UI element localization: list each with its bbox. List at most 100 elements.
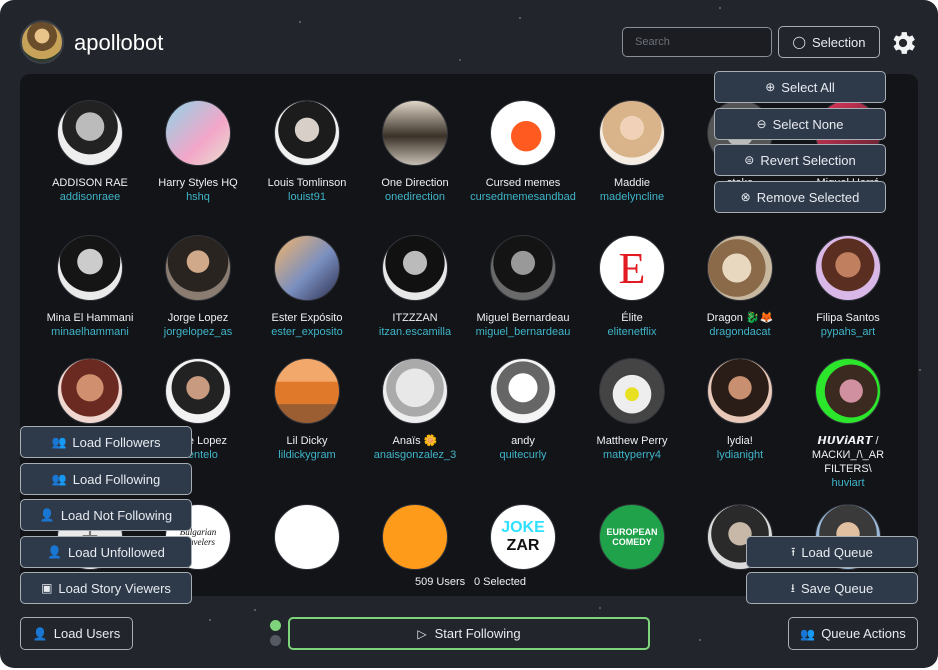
user-handle[interactable]: lildickygram [248, 448, 366, 462]
user-handle[interactable]: addisonraee [31, 190, 149, 204]
user-card[interactable]: 𝙃𝙐𝙑𝙞𝘼𝙍𝙏 / МАСКИ_/\_AR FILTERS\ huviart [789, 358, 907, 490]
user-card[interactable]: Harry Styles HQ hshq [139, 100, 257, 204]
user-plus-icon: 👤 [39, 508, 55, 522]
user-handle[interactable]: lydianight [681, 448, 799, 462]
user-handle[interactable]: hshq [139, 190, 257, 204]
user-avatar[interactable] [165, 235, 231, 301]
user-handle[interactable]: quitecurly [464, 448, 582, 462]
user-handle[interactable]: cursedmemesandbad [464, 190, 582, 204]
account-avatar[interactable] [20, 20, 64, 64]
user-card[interactable]: Cursed memes cursedmemesandbad [464, 100, 582, 204]
user-name: lydia! [727, 435, 753, 447]
user-handle[interactable]: huviart [789, 476, 907, 490]
user-avatar[interactable] [707, 358, 773, 424]
user-card[interactable]: ADDISON RAE addisonraee [31, 100, 149, 204]
user-avatar[interactable] [815, 235, 881, 301]
user-avatar[interactable] [57, 235, 123, 301]
user-card[interactable]: Ester Expósito ester_exposito [248, 235, 366, 339]
user-card[interactable]: Louis Tomlinson louist91 [248, 100, 366, 204]
selection-button[interactable]: ◯ Selection [778, 26, 880, 58]
user-card[interactable]: Matthew Perry mattyperry4 [573, 358, 691, 462]
user-card[interactable]: One Direction onedirection [356, 100, 474, 204]
select-all-button[interactable]: ⊕ Select All [714, 71, 886, 103]
user-handle[interactable]: pypahs_art [789, 325, 907, 339]
user-card[interactable]: Dragon 🐉🦊 dragondacat [681, 235, 799, 339]
user-card[interactable]: Mina El Hammani minaelhammani [31, 235, 149, 339]
load-queue-button[interactable]: ⭱ Load Queue [746, 536, 918, 568]
select-none-button[interactable]: ⊖ Select None [714, 108, 886, 140]
queue-actions-button[interactable]: 👥 Queue Actions [788, 617, 918, 650]
user-avatar[interactable] [274, 100, 340, 166]
user-card[interactable]: JOKE ZAR [464, 504, 582, 580]
user-handle[interactable]: onedirection [356, 190, 474, 204]
user-card[interactable]: lydia! lydianight [681, 358, 799, 462]
user-handle[interactable]: louist91 [248, 190, 366, 204]
load-unfollowed-button[interactable]: 👤 Load Unfollowed [20, 536, 192, 568]
load-following-button[interactable]: 👥 Load Following [20, 463, 192, 495]
revert-selection-button[interactable]: ⊜ Revert Selection [714, 144, 886, 176]
user-avatar[interactable] [57, 358, 123, 424]
user-handle[interactable]: madelyncline [573, 190, 691, 204]
user-avatar[interactable] [274, 504, 340, 570]
user-avatar[interactable] [382, 504, 448, 570]
user-card[interactable] [356, 504, 474, 580]
user-avatar[interactable] [274, 358, 340, 424]
user-avatar[interactable] [490, 235, 556, 301]
load-users-button[interactable]: 👤 Load Users [20, 617, 133, 650]
load-not-following-label: Load Not Following [60, 507, 173, 523]
user-card[interactable]: Maddie madelyncline [573, 100, 691, 204]
user-handle[interactable]: dragondacat [681, 325, 799, 339]
user-handle[interactable]: mattyperry4 [573, 448, 691, 462]
x-circle-icon: ⊗ [740, 190, 751, 204]
user-card[interactable] [31, 358, 149, 434]
user-card[interactable]: ITZZZAN itzan.escamilla [356, 235, 474, 339]
user-avatar[interactable] [382, 235, 448, 301]
user-card[interactable]: E Élite elitenetflix [573, 235, 691, 339]
user-card[interactable]: andy quitecurly [464, 358, 582, 462]
gear-icon[interactable] [888, 28, 918, 58]
user-avatar[interactable]: EUROPEAN COMEDY [599, 504, 665, 570]
user-name: Louis Tomlinson [267, 177, 347, 189]
user-handle[interactable]: anaisgonzalez_3 [356, 448, 474, 462]
user-name: Mina El Hammani [46, 312, 134, 324]
user-plus-icon: 👤 [32, 626, 48, 641]
load-following-label: Load Following [72, 471, 161, 487]
selected-count: 0 Selected [474, 576, 526, 588]
load-not-following-button[interactable]: 👤 Load Not Following [20, 499, 192, 531]
user-avatar[interactable] [57, 100, 123, 166]
user-handle[interactable]: itzan.escamilla [356, 325, 474, 339]
revert-circle-icon: ⊜ [744, 153, 755, 167]
user-handle[interactable]: ester_exposito [248, 325, 366, 339]
remove-selected-button[interactable]: ⊗ Remove Selected [714, 181, 886, 213]
user-card[interactable]: Filipa Santos pypahs_art [789, 235, 907, 339]
user-handle[interactable]: jorgelopez_as [139, 325, 257, 339]
users-icon: 👥 [51, 435, 67, 449]
user-card[interactable]: Miguel Bernardeau miguel_bernardeau [464, 235, 582, 339]
user-avatar[interactable] [599, 358, 665, 424]
save-queue-button[interactable]: ⭳ Save Queue [746, 572, 918, 604]
user-avatar[interactable] [382, 100, 448, 166]
user-avatar[interactable]: JOKE ZAR [490, 504, 556, 570]
user-avatar[interactable] [165, 358, 231, 424]
user-handle[interactable]: miguel_bernardeau [464, 325, 582, 339]
user-avatar[interactable] [274, 235, 340, 301]
user-avatar[interactable] [815, 358, 881, 424]
load-followers-button[interactable]: 👥 Load Followers [20, 426, 192, 458]
user-handle[interactable]: elitenetflix [573, 325, 691, 339]
user-avatar[interactable] [382, 358, 448, 424]
user-avatar[interactable] [490, 100, 556, 166]
start-following-button[interactable]: ▷ Start Following [288, 617, 650, 650]
load-story-viewers-button[interactable]: ▣ Load Story Viewers [20, 572, 192, 604]
user-avatar[interactable] [165, 100, 231, 166]
user-card[interactable]: Anaïs 🌼 anaisgonzalez_3 [356, 358, 474, 462]
user-handle[interactable]: minaelhammani [31, 325, 149, 339]
user-avatar[interactable] [707, 235, 773, 301]
user-avatar[interactable] [599, 100, 665, 166]
user-card[interactable]: EUROPEAN COMEDY [573, 504, 691, 580]
user-avatar[interactable] [490, 358, 556, 424]
user-avatar[interactable]: E [599, 235, 665, 301]
search-input[interactable] [622, 27, 772, 57]
user-card[interactable]: Lil Dicky lildickygram [248, 358, 366, 462]
user-card[interactable] [248, 504, 366, 580]
user-card[interactable]: Jorge Lopez jorgelopez_as [139, 235, 257, 339]
